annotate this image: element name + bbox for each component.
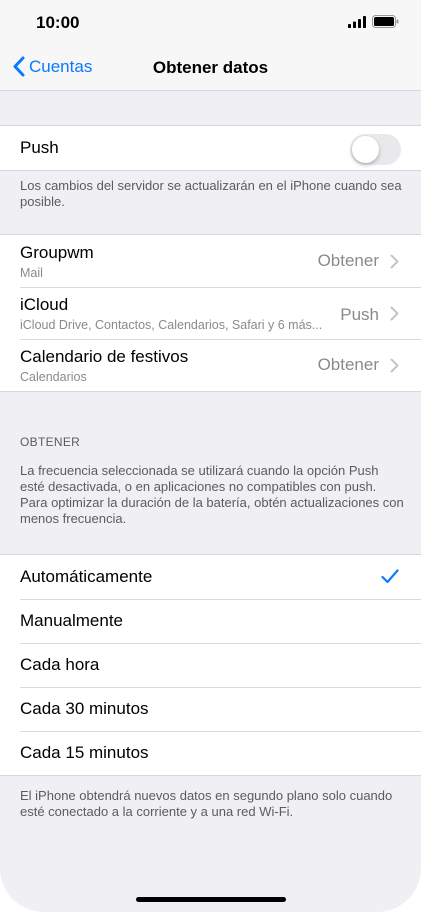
- account-fetch-value: Obtener: [317, 355, 379, 374]
- fetch-option-label: Cada hora: [20, 655, 100, 674]
- account-name: Calendario de festivos: [20, 347, 189, 366]
- fetch-section-header: OBTENER: [20, 435, 81, 449]
- account-detail: Calendarios: [20, 370, 87, 384]
- fetch-footnote: El iPhone obtendrá nuevos datos en segun…: [20, 788, 393, 819]
- page-title: Obtener datos: [152, 58, 269, 77]
- checkmark-icon: [381, 569, 399, 584]
- settings-screen: 10:00 Cuentas Obtener datos Push Los cam…: [0, 0, 421, 912]
- push-toggle[interactable]: [350, 134, 401, 165]
- fetch-option-hourly[interactable]: Cada hora: [0, 643, 421, 687]
- status-time: 10:00: [36, 13, 80, 32]
- push-footnote: Los cambios del servidor se actualizarán…: [20, 178, 402, 209]
- fetch-option-label: Cada 30 minutos: [20, 699, 149, 718]
- toggle-knob: [352, 136, 379, 163]
- account-row-calendario[interactable]: Calendario de festivos Calendarios Obten…: [0, 339, 421, 391]
- fetch-option-label: Automáticamente: [20, 567, 153, 586]
- push-group: Push: [0, 125, 421, 171]
- account-row-icloud[interactable]: iCloud iCloud Drive, Contactos, Calendar…: [0, 287, 421, 339]
- fetch-option-15-minutes[interactable]: Cada 15 minutos: [0, 731, 421, 775]
- fetch-option-30-minutes[interactable]: Cada 30 minutos: [0, 687, 421, 731]
- chevron-right-icon: [390, 358, 399, 373]
- status-icons: [348, 15, 399, 28]
- account-name: iCloud: [20, 295, 69, 314]
- account-name: Groupwm: [20, 243, 94, 262]
- fetch-option-label: Cada 15 minutos: [20, 743, 149, 762]
- account-detail: iCloud Drive, Contactos, Calendarios, Sa…: [20, 318, 323, 332]
- fetch-options-group: Automáticamente Manualmente Cada hora Ca…: [0, 554, 421, 776]
- accounts-group: Groupwm Mail Obtener iCloud iCloud Drive…: [0, 234, 421, 392]
- fetch-option-automatic[interactable]: Automáticamente: [0, 555, 421, 599]
- fetch-description: La frecuencia seleccionada se utilizará …: [20, 463, 404, 526]
- account-row-groupwm[interactable]: Groupwm Mail Obtener: [0, 235, 421, 287]
- fetch-option-label: Manualmente: [20, 611, 124, 630]
- battery-icon: [372, 15, 399, 28]
- account-fetch-value: Push: [340, 305, 379, 324]
- account-detail: Mail: [20, 266, 43, 280]
- chevron-right-icon: [390, 306, 399, 321]
- home-indicator[interactable]: [136, 897, 286, 902]
- navigation-bar: Cuentas Obtener datos: [0, 44, 421, 91]
- cellular-signal-icon: [348, 15, 366, 28]
- account-fetch-value: Obtener: [317, 251, 379, 270]
- push-row: Push: [0, 126, 421, 170]
- fetch-option-manual[interactable]: Manualmente: [0, 599, 421, 643]
- chevron-right-icon: [390, 254, 399, 269]
- status-bar: 10:00: [0, 0, 421, 44]
- push-label: Push: [20, 138, 59, 157]
